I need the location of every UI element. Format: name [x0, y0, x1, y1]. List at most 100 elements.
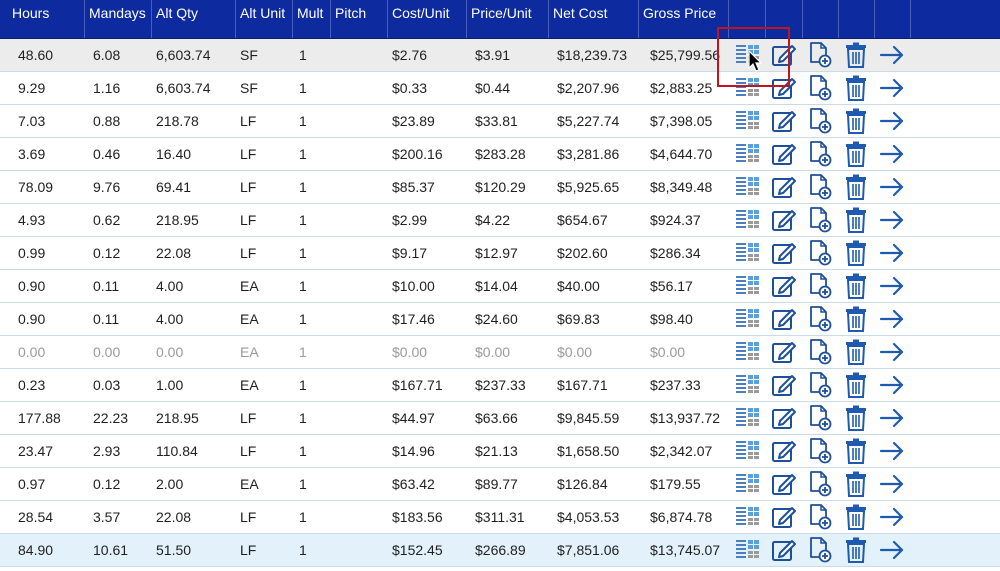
- view-details-button[interactable]: [729, 105, 766, 137]
- table-row[interactable]: 28.54 3.57 22.08 LF 1 $183.56 $311.31 $4,053.53…: [0, 501, 1000, 534]
- add-document-button[interactable]: [802, 138, 838, 170]
- column-header-mult[interactable]: Mult: [293, 0, 331, 38]
- edit-button[interactable]: [766, 402, 802, 434]
- add-document-button[interactable]: [802, 105, 838, 137]
- edit-button[interactable]: [766, 171, 802, 203]
- table-row[interactable]: 0.97 0.12 2.00 EA 1 $63.42 $89.77 $126.84 $179.5…: [0, 468, 1000, 501]
- column-header-net-cost[interactable]: Net Cost: [549, 0, 639, 38]
- view-details-button[interactable]: [729, 369, 766, 401]
- go-to-item-button[interactable]: [874, 171, 910, 203]
- delete-button[interactable]: [838, 105, 874, 137]
- go-to-item-button[interactable]: [874, 369, 910, 401]
- add-document-button[interactable]: [802, 336, 838, 368]
- view-details-button[interactable]: [729, 336, 766, 368]
- go-to-item-button[interactable]: [874, 72, 910, 104]
- column-header-hours[interactable]: Hours: [0, 0, 85, 38]
- view-details-button[interactable]: [729, 435, 766, 467]
- table-row[interactable]: 7.03 0.88 218.78 LF 1 $23.89 $33.81 $5,227.74 $7…: [0, 105, 1000, 138]
- go-to-item-button[interactable]: [874, 336, 910, 368]
- delete-button[interactable]: [838, 270, 874, 302]
- delete-button[interactable]: [838, 204, 874, 236]
- go-to-item-button[interactable]: [874, 534, 910, 566]
- add-document-button[interactable]: [802, 534, 838, 566]
- edit-button[interactable]: [766, 501, 802, 533]
- delete-button[interactable]: [838, 402, 874, 434]
- table-row[interactable]: 84.90 10.61 51.50 LF 1 $152.45 $266.89 $7,851.0…: [0, 534, 1000, 567]
- edit-button[interactable]: [766, 534, 802, 566]
- add-document-button[interactable]: [802, 270, 838, 302]
- go-to-item-button[interactable]: [874, 138, 910, 170]
- edit-button[interactable]: [766, 39, 802, 71]
- add-document-button[interactable]: [802, 39, 838, 71]
- edit-button[interactable]: [766, 270, 802, 302]
- delete-button[interactable]: [838, 468, 874, 500]
- go-to-item-button[interactable]: [874, 402, 910, 434]
- table-row[interactable]: 48.60 6.08 6,603.74 SF 1 $2.76 $3.91 $18,239.73…: [0, 39, 1000, 72]
- add-document-button[interactable]: [802, 369, 838, 401]
- add-document-button[interactable]: [802, 402, 838, 434]
- add-document-button[interactable]: [802, 237, 838, 269]
- column-header-price-unit[interactable]: Price/Unit: [467, 0, 549, 38]
- go-to-item-button[interactable]: [874, 237, 910, 269]
- go-to-item-button[interactable]: [874, 468, 910, 500]
- view-details-button[interactable]: [729, 270, 766, 302]
- view-details-button[interactable]: [729, 534, 766, 566]
- view-details-button[interactable]: [729, 72, 766, 104]
- edit-button[interactable]: [766, 72, 802, 104]
- table-row[interactable]: 23.47 2.93 110.84 LF 1 $14.96 $21.13 $1,658.50 $…: [0, 435, 1000, 468]
- column-header-alt-unit[interactable]: Alt Unit: [236, 0, 293, 38]
- edit-button[interactable]: [766, 369, 802, 401]
- view-details-button[interactable]: [729, 501, 766, 533]
- column-header-mandays[interactable]: Mandays: [85, 0, 152, 38]
- go-to-item-button[interactable]: [874, 105, 910, 137]
- add-document-button[interactable]: [802, 204, 838, 236]
- table-row[interactable]: 9.29 1.16 6,603.74 SF 1 $0.33 $0.44 $2,207.96 $2…: [0, 72, 1000, 105]
- table-row[interactable]: 4.93 0.62 218.95 LF 1 $2.99 $4.22 $654.67 $924.3…: [0, 204, 1000, 237]
- go-to-item-button[interactable]: [874, 501, 910, 533]
- delete-button[interactable]: [838, 237, 874, 269]
- go-to-item-button[interactable]: [874, 204, 910, 236]
- view-details-button[interactable]: [729, 171, 766, 203]
- delete-button[interactable]: [838, 369, 874, 401]
- go-to-item-button[interactable]: [874, 303, 910, 335]
- view-details-button[interactable]: [729, 402, 766, 434]
- edit-button[interactable]: [766, 468, 802, 500]
- table-row[interactable]: 0.23 0.03 1.00 EA 1 $167.71 $237.33 $167.71 $237…: [0, 369, 1000, 402]
- delete-button[interactable]: [838, 435, 874, 467]
- column-header-gross-price[interactable]: Gross Price: [639, 0, 729, 38]
- view-details-button[interactable]: [729, 138, 766, 170]
- delete-button[interactable]: [838, 39, 874, 71]
- go-to-item-button[interactable]: [874, 39, 910, 71]
- edit-button[interactable]: [766, 336, 802, 368]
- column-header-alt-qty[interactable]: Alt Qty: [152, 0, 236, 38]
- go-to-item-button[interactable]: [874, 435, 910, 467]
- delete-button[interactable]: [838, 171, 874, 203]
- view-details-button[interactable]: [729, 237, 766, 269]
- column-header-cost-unit[interactable]: Cost/Unit: [388, 0, 467, 38]
- add-document-button[interactable]: [802, 171, 838, 203]
- delete-button[interactable]: [838, 303, 874, 335]
- table-row[interactable]: 177.88 22.23 218.95 LF 1 $44.97 $63.66 $9,845.5…: [0, 402, 1000, 435]
- view-details-button[interactable]: [729, 468, 766, 500]
- go-to-item-button[interactable]: [874, 270, 910, 302]
- delete-button[interactable]: [838, 72, 874, 104]
- add-document-button[interactable]: [802, 303, 838, 335]
- edit-button[interactable]: [766, 138, 802, 170]
- table-row[interactable]: 3.69 0.46 16.40 LF 1 $200.16 $283.28 $3,281.86 $…: [0, 138, 1000, 171]
- edit-button[interactable]: [766, 204, 802, 236]
- delete-button[interactable]: [838, 336, 874, 368]
- add-document-button[interactable]: [802, 72, 838, 104]
- table-row[interactable]: 0.99 0.12 22.08 LF 1 $9.17 $12.97 $202.60 $286.3…: [0, 237, 1000, 270]
- edit-button[interactable]: [766, 105, 802, 137]
- add-document-button[interactable]: [802, 501, 838, 533]
- edit-button[interactable]: [766, 303, 802, 335]
- delete-button[interactable]: [838, 501, 874, 533]
- view-details-button[interactable]: [729, 303, 766, 335]
- edit-button[interactable]: [766, 237, 802, 269]
- column-header-pitch[interactable]: Pitch: [331, 0, 388, 38]
- delete-button[interactable]: [838, 534, 874, 566]
- table-row[interactable]: 0.00 0.00 0.00 EA 1 $0.00 $0.00 $0.00 $0.00: [0, 336, 1000, 369]
- delete-button[interactable]: [838, 138, 874, 170]
- view-details-button[interactable]: [729, 39, 766, 71]
- table-row[interactable]: 78.09 9.76 69.41 LF 1 $85.37 $120.29 $5,925.65 $…: [0, 171, 1000, 204]
